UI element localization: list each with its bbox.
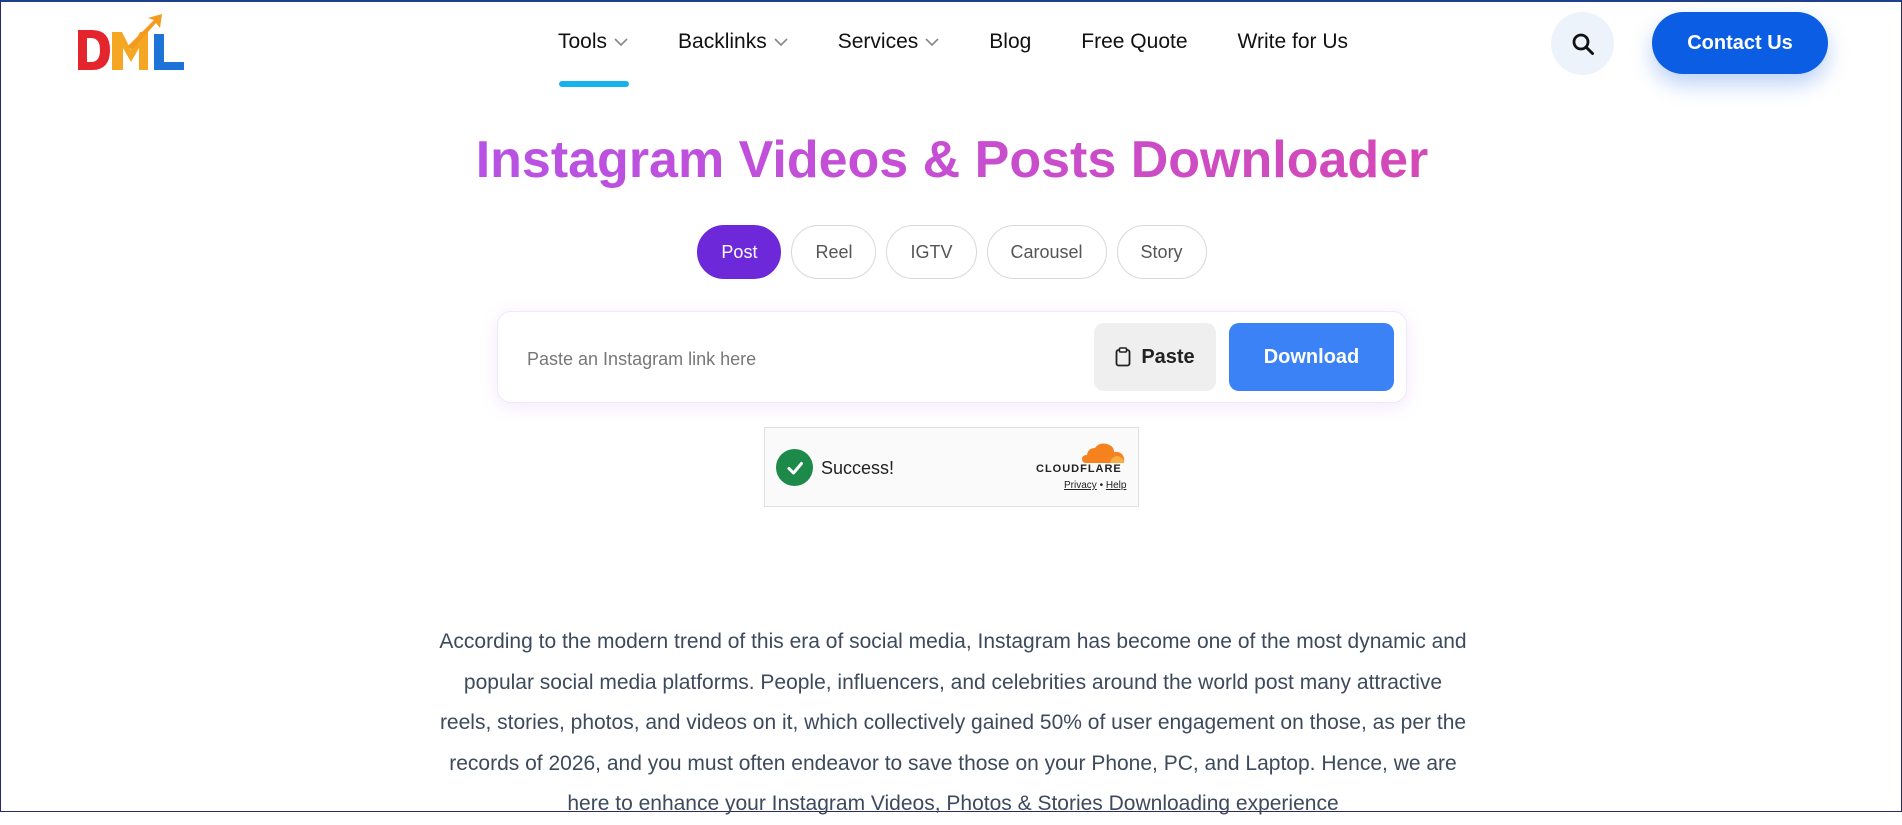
instagram-link-input[interactable]: [525, 340, 1049, 378]
tab-story[interactable]: Story: [1116, 225, 1207, 279]
tab-reel[interactable]: Reel: [791, 225, 877, 279]
captcha-links: Privacy • Help: [1064, 480, 1126, 491]
tab-post[interactable]: Post: [697, 225, 782, 279]
site-logo[interactable]: [76, 14, 186, 74]
privacy-link[interactable]: Privacy: [1064, 480, 1097, 491]
download-form: Paste Download: [497, 311, 1407, 403]
page-title-text: Instagram Videos & Posts Downloader: [475, 131, 1429, 189]
nav-item-write-for-us[interactable]: Write for Us: [1238, 30, 1348, 54]
page-title: Instagram Videos & Posts Downloader: [1, 130, 1902, 190]
nav-item-label: Backlinks: [678, 30, 767, 53]
nav-item-label: Free Quote: [1081, 30, 1188, 53]
nav-item-tools[interactable]: Tools: [558, 30, 628, 54]
main-nav: Tools Backlinks Services Blog Free Quote…: [558, 30, 1398, 54]
tab-carousel[interactable]: Carousel: [986, 225, 1107, 279]
captcha-status: Success!: [821, 458, 895, 478]
nav-item-blog[interactable]: Blog: [989, 30, 1031, 54]
checkmark-icon: [776, 449, 813, 486]
paste-button[interactable]: Paste: [1094, 323, 1216, 391]
clipboard-icon: [1115, 347, 1131, 367]
nav-item-free-quote[interactable]: Free Quote: [1081, 30, 1187, 54]
nav-active-indicator: [559, 81, 629, 87]
tab-igtv[interactable]: IGTV: [886, 225, 977, 279]
download-button[interactable]: Download: [1229, 323, 1394, 391]
nav-item-services[interactable]: Services: [838, 30, 940, 54]
cloudflare-cloud-icon: [1082, 443, 1125, 463]
paste-label: Paste: [1141, 345, 1195, 368]
cloudflare-brand: CLOUDFLARE: [1036, 463, 1122, 475]
chevron-down-icon: [774, 38, 788, 47]
chevron-down-icon: [614, 38, 628, 47]
contact-us-button[interactable]: Contact Us: [1652, 12, 1828, 74]
search-icon: [1572, 33, 1594, 55]
nav-item-label: Services: [837, 30, 919, 53]
captcha-widget: Success! CLOUDFLARE Privacy • Help: [764, 427, 1139, 507]
intro-paragraph: According to the modern trend of this er…: [439, 630, 1467, 815]
link-separator: •: [1099, 480, 1104, 491]
nav-item-label: Blog: [989, 30, 1032, 53]
help-link[interactable]: Help: [1106, 480, 1127, 491]
media-type-tabs: Post Reel IGTV Carousel Story: [1, 225, 1902, 279]
nav-item-backlinks[interactable]: Backlinks: [678, 30, 788, 54]
search-button[interactable]: [1551, 12, 1614, 75]
chevron-down-icon: [925, 38, 939, 47]
nav-item-label: Tools: [558, 30, 608, 53]
nav-item-label: Write for Us: [1237, 30, 1348, 53]
